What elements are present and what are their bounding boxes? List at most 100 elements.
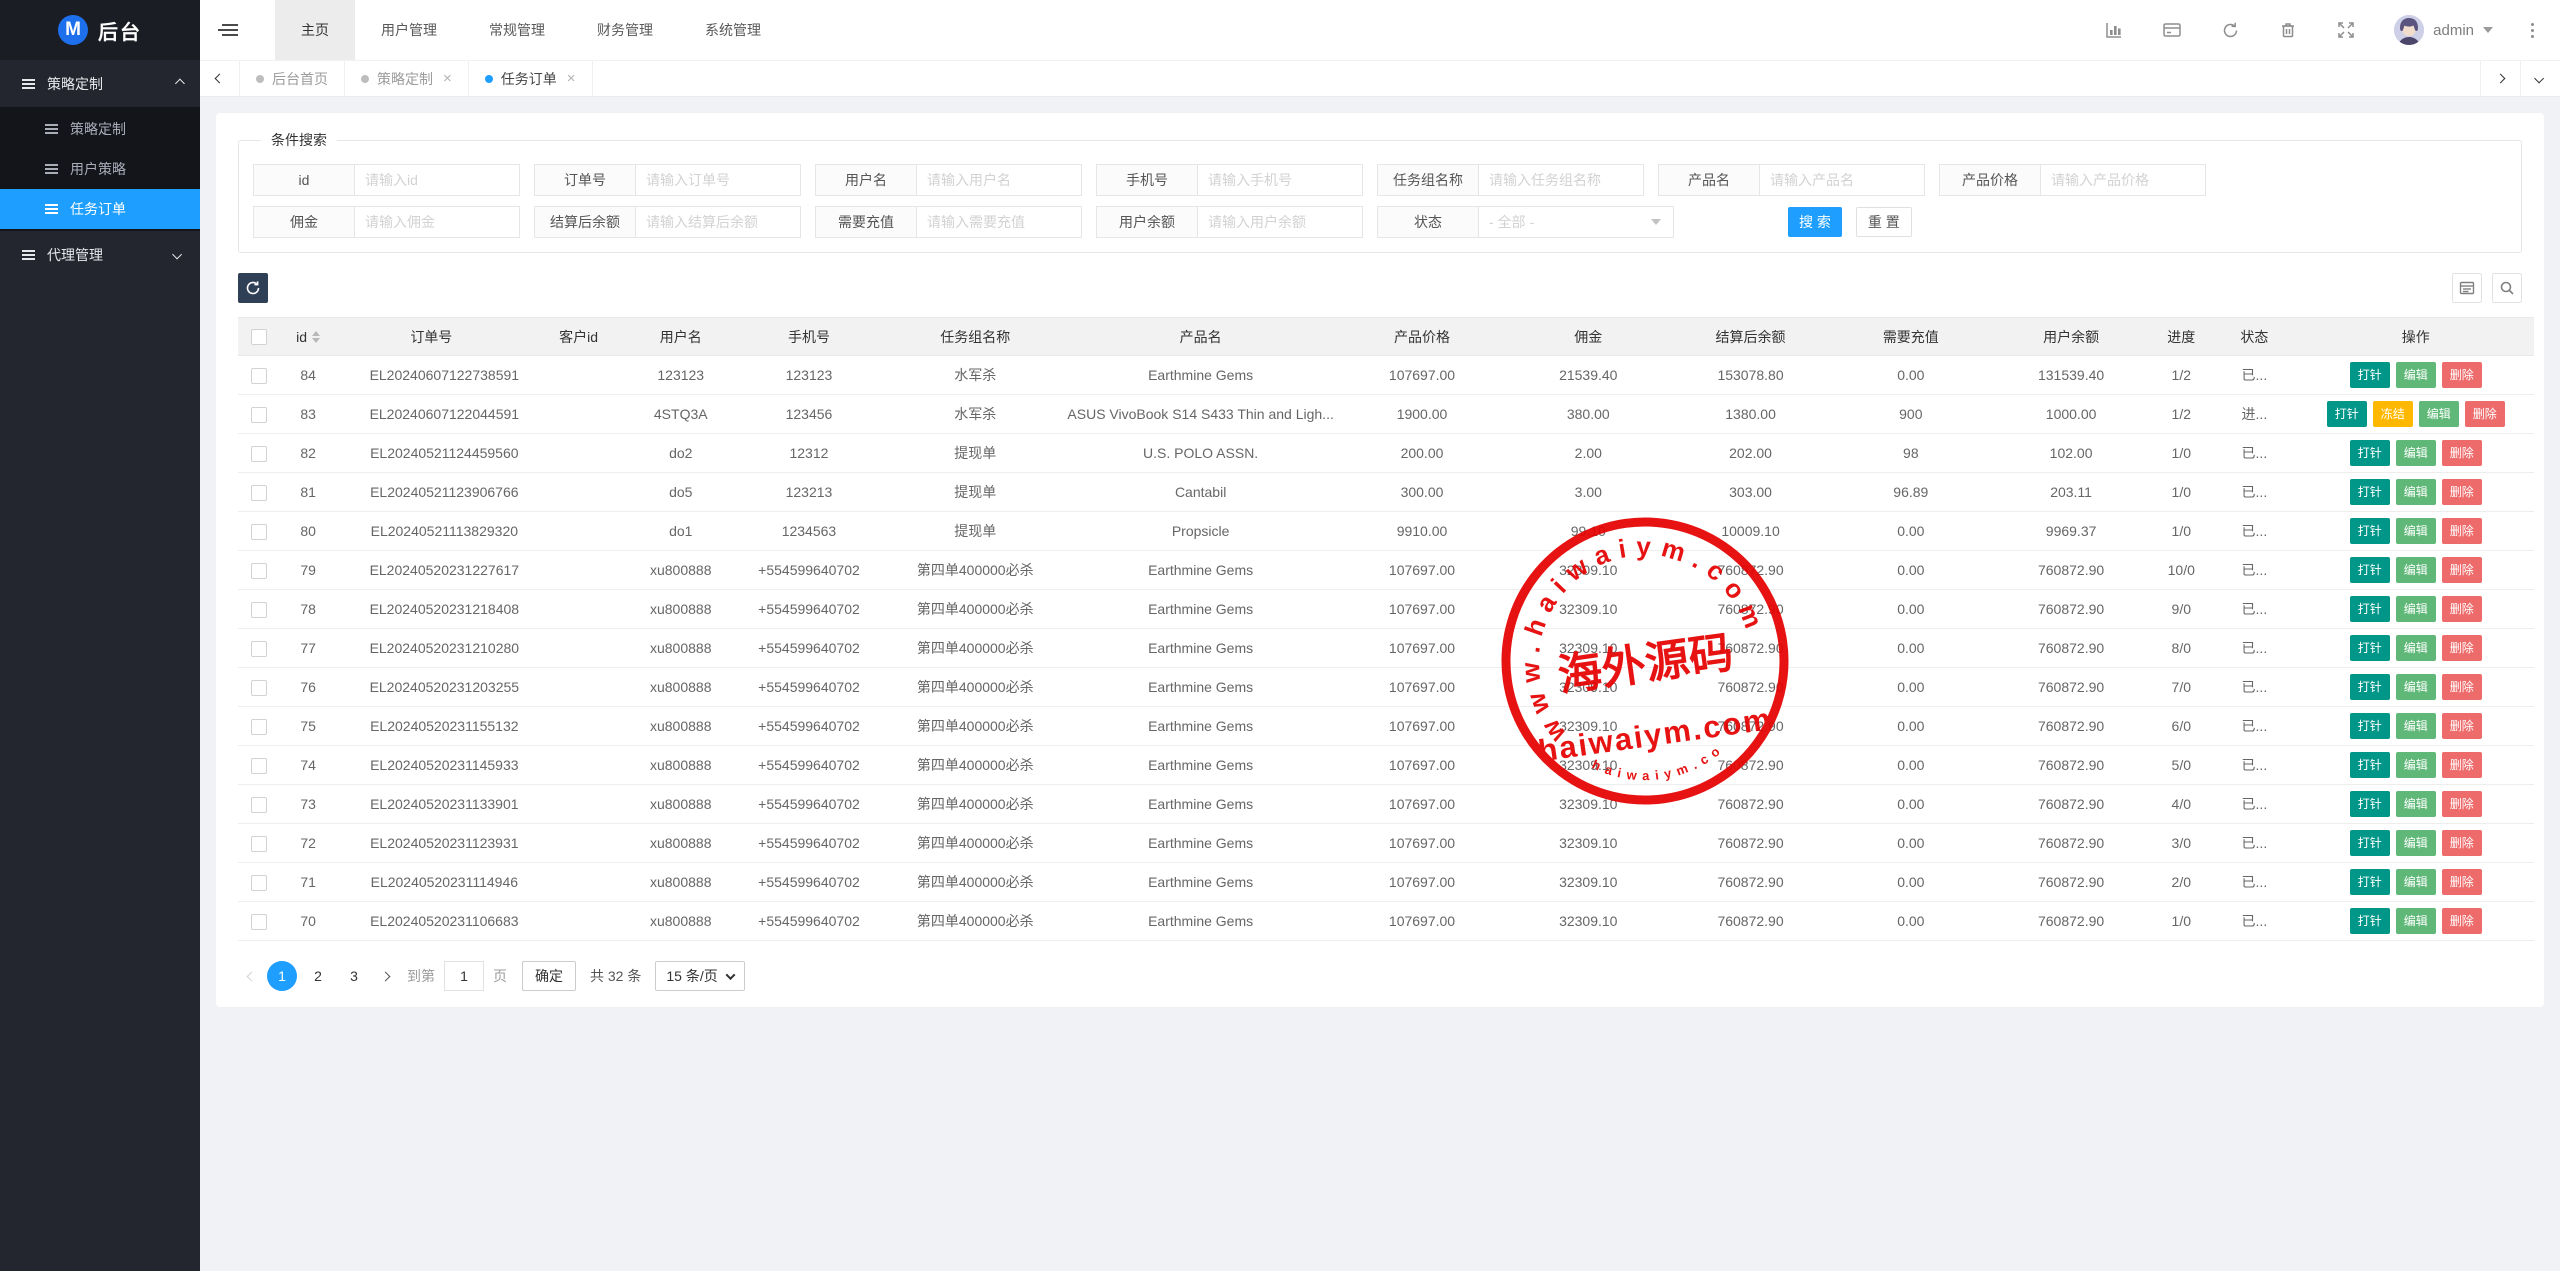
action-打针-button[interactable]: 打针 [2350, 752, 2390, 778]
action-删除-button[interactable]: 删除 [2442, 674, 2482, 700]
filter-input[interactable] [1759, 164, 1925, 196]
action-删除-button[interactable]: 删除 [2442, 635, 2482, 661]
topnav-item-3[interactable]: 常规管理 [463, 0, 571, 60]
action-删除-button[interactable]: 删除 [2442, 362, 2482, 388]
action-编辑-button[interactable]: 编辑 [2396, 713, 2436, 739]
page-jump-confirm-button[interactable]: 确定 [522, 961, 576, 991]
tabs-scroll-right-button[interactable] [2480, 61, 2520, 96]
row-checkbox[interactable] [251, 758, 267, 774]
row-checkbox[interactable] [251, 368, 267, 384]
filter-columns-button[interactable] [2452, 273, 2482, 303]
action-删除-button[interactable]: 删除 [2442, 830, 2482, 856]
action-删除-button[interactable]: 删除 [2442, 596, 2482, 622]
action-编辑-button[interactable]: 编辑 [2396, 635, 2436, 661]
filter-input[interactable] [635, 206, 801, 238]
filter-input[interactable] [354, 206, 520, 238]
row-checkbox[interactable] [251, 914, 267, 930]
next-page-button[interactable] [372, 961, 398, 991]
action-编辑-button[interactable]: 编辑 [2396, 596, 2436, 622]
action-编辑-button[interactable]: 编辑 [2396, 674, 2436, 700]
tabs-scroll-left-button[interactable] [200, 61, 240, 96]
action-打针-button[interactable]: 打针 [2350, 908, 2390, 934]
action-编辑-button[interactable]: 编辑 [2396, 908, 2436, 934]
tab-策略定制[interactable]: 策略定制× [345, 61, 469, 96]
action-打针-button[interactable]: 打针 [2350, 518, 2390, 544]
action-删除-button[interactable]: 删除 [2442, 518, 2482, 544]
action-删除-button[interactable]: 删除 [2442, 752, 2482, 778]
row-checkbox[interactable] [251, 875, 267, 891]
action-冻结-button[interactable]: 冻结 [2373, 401, 2413, 427]
search-button[interactable]: 搜 索 [1788, 207, 1842, 237]
filter-input[interactable] [1197, 164, 1363, 196]
tab-任务订单[interactable]: 任务订单× [469, 61, 593, 96]
action-删除-button[interactable]: 删除 [2442, 440, 2482, 466]
action-编辑-button[interactable]: 编辑 [2396, 752, 2436, 778]
bar-chart-icon[interactable] [2104, 20, 2124, 40]
row-checkbox[interactable] [251, 446, 267, 462]
action-编辑-button[interactable]: 编辑 [2419, 401, 2459, 427]
row-checkbox[interactable] [251, 719, 267, 735]
action-打针-button[interactable]: 打针 [2350, 869, 2390, 895]
sidebar-group-策略定制[interactable]: 策略定制 [0, 60, 200, 107]
action-编辑-button[interactable]: 编辑 [2396, 440, 2436, 466]
card-icon[interactable] [2162, 20, 2182, 40]
table-refresh-button[interactable] [238, 273, 268, 303]
action-删除-button[interactable]: 删除 [2442, 908, 2482, 934]
close-icon[interactable]: × [567, 70, 576, 87]
refresh-icon[interactable] [2220, 20, 2240, 40]
row-checkbox[interactable] [251, 524, 267, 540]
logo[interactable]: M 后台 [0, 0, 200, 60]
action-打针-button[interactable]: 打针 [2350, 791, 2390, 817]
row-checkbox[interactable] [251, 836, 267, 852]
row-checkbox[interactable] [251, 797, 267, 813]
tab-后台首页[interactable]: 后台首页 [240, 61, 345, 96]
table-search-button[interactable] [2492, 273, 2522, 303]
more-menu-icon[interactable] [2531, 29, 2534, 32]
filter-input[interactable] [1197, 206, 1363, 238]
reset-button[interactable]: 重 置 [1856, 207, 1912, 237]
user-menu[interactable]: admin [2394, 15, 2493, 45]
action-编辑-button[interactable]: 编辑 [2396, 479, 2436, 505]
filter-input[interactable] [2040, 164, 2206, 196]
action-打针-button[interactable]: 打针 [2350, 362, 2390, 388]
action-编辑-button[interactable]: 编辑 [2396, 362, 2436, 388]
page-jump-input[interactable] [444, 961, 484, 991]
action-打针-button[interactable]: 打针 [2350, 596, 2390, 622]
status-select[interactable]: - 全部 - [1478, 206, 1674, 238]
sidebar-item-策略定制[interactable]: 策略定制 [0, 109, 200, 149]
row-checkbox[interactable] [251, 407, 267, 423]
action-打针-button[interactable]: 打针 [2350, 440, 2390, 466]
action-打针-button[interactable]: 打针 [2327, 401, 2367, 427]
action-打针-button[interactable]: 打针 [2350, 713, 2390, 739]
sidebar-collapse-icon[interactable] [200, 0, 260, 60]
fullscreen-icon[interactable] [2336, 20, 2356, 40]
prev-page-button[interactable] [238, 961, 264, 991]
filter-input[interactable] [916, 206, 1082, 238]
action-打针-button[interactable]: 打针 [2350, 557, 2390, 583]
row-checkbox[interactable] [251, 602, 267, 618]
tabs-menu-button[interactable] [2520, 61, 2560, 96]
sort-icon[interactable] [312, 331, 320, 343]
close-icon[interactable]: × [443, 70, 452, 87]
action-打针-button[interactable]: 打针 [2350, 830, 2390, 856]
action-删除-button[interactable]: 删除 [2442, 791, 2482, 817]
action-打针-button[interactable]: 打针 [2350, 674, 2390, 700]
select-all-checkbox[interactable] [251, 329, 267, 345]
sidebar-group-代理管理[interactable]: 代理管理 [0, 231, 200, 278]
action-编辑-button[interactable]: 编辑 [2396, 869, 2436, 895]
filter-input[interactable] [635, 164, 801, 196]
filter-input[interactable] [916, 164, 1082, 196]
topnav-item-5[interactable]: 系统管理 [679, 0, 787, 60]
action-删除-button[interactable]: 删除 [2442, 869, 2482, 895]
filter-input[interactable] [1478, 164, 1644, 196]
topnav-item-2[interactable]: 用户管理 [355, 0, 463, 60]
page-size-select[interactable]: 15 条/页 [655, 961, 744, 991]
row-checkbox[interactable] [251, 641, 267, 657]
action-编辑-button[interactable]: 编辑 [2396, 518, 2436, 544]
action-编辑-button[interactable]: 编辑 [2396, 830, 2436, 856]
trash-icon[interactable] [2278, 20, 2298, 40]
action-打针-button[interactable]: 打针 [2350, 479, 2390, 505]
sidebar-item-任务订单[interactable]: 任务订单 [0, 189, 200, 229]
filter-input[interactable] [354, 164, 520, 196]
action-删除-button[interactable]: 删除 [2442, 557, 2482, 583]
